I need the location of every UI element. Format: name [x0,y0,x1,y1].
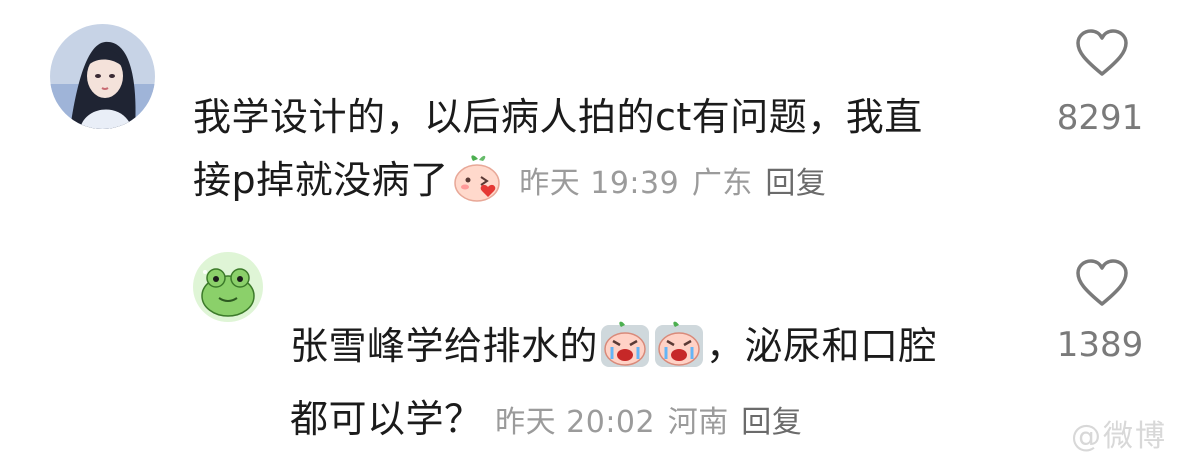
comment-text-2: 张雪峰学给排水的 ，泌尿和口腔 都可以学？ 昨天 20:02 河南 回复 [290,315,1030,454]
comment-2-location: 河南 [667,405,729,440]
comment-2-line-1: 张雪峰学给排水的 ，泌尿和口腔 [290,315,1030,388]
crying-peach-emoji-icon [600,319,650,388]
watermark-weibo: @微博 [1071,419,1167,454]
avatar-frog[interactable] [193,252,263,322]
comment-text-1: 我学设计的，以后病人拍的ct有问题，我直 接p掉就没病了 昨天 19:39 广东… [193,86,1013,222]
comment-1-line-2: 接p掉就没病了 昨天 19:39 广东 回复 [193,149,1013,222]
heart-icon[interactable] [1075,258,1129,312]
like-count-1: 8291 [1056,98,1144,138]
comment-1-line-2-text: 接p掉就没病了 [193,158,449,202]
crying-peach-emoji-icon [654,319,704,388]
like-count-2: 1389 [1056,325,1144,365]
comment-1-line-1: 我学设计的，以后病人拍的ct有问题，我直 [193,95,923,139]
heart-icon[interactable] [1075,28,1129,82]
blush-peach-emoji-icon [451,153,505,222]
comment-1-reply-button[interactable]: 回复 [765,166,826,201]
comment-2-line-1-b: ，泌尿和口腔 [706,324,938,368]
comment-2-line-1-a: 张雪峰学给排水的 [290,324,599,368]
comment-1-location: 广东 [691,166,753,201]
comment-2-line-2: 都可以学？ 昨天 20:02 河南 回复 [290,388,1030,454]
avatar-anime-girl[interactable] [50,24,155,129]
comment-1-time: 昨天 19:39 [519,166,680,201]
comment-2-line-2-text: 都可以学？ [290,397,483,441]
comment-2-reply-button[interactable]: 回复 [741,405,802,440]
comment-2-time: 昨天 20:02 [495,405,656,440]
